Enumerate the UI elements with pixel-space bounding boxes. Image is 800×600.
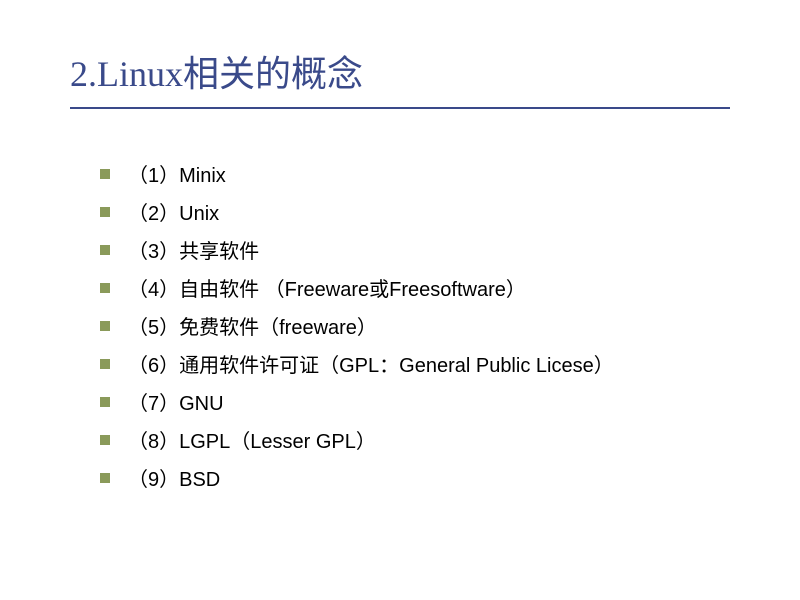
bullet-icon bbox=[100, 435, 110, 445]
bullet-icon bbox=[100, 359, 110, 369]
bullet-icon bbox=[100, 245, 110, 255]
bullet-text: （1）Minix bbox=[128, 159, 226, 188]
bullet-icon bbox=[100, 207, 110, 217]
bullet-text: （2）Unix bbox=[128, 197, 219, 226]
bullet-text: （3）共享软件 bbox=[128, 235, 259, 264]
title-area: 2.Linux相关的概念 bbox=[0, 0, 800, 97]
bullet-text: （6）通用软件许可证（GPL：General Public Licese） bbox=[128, 349, 614, 378]
slide-title: 2.Linux相关的概念 bbox=[70, 45, 800, 97]
bullet-text: （9）BSD bbox=[128, 463, 220, 492]
list-item: （1）Minix bbox=[100, 159, 800, 188]
bullet-text: （8）LGPL（Lesser GPL） bbox=[128, 425, 376, 454]
bullet-text: （7）GNU bbox=[128, 387, 224, 416]
list-item: （4）自由软件 （Freeware或Freesoftware） bbox=[100, 273, 800, 302]
slide-container: 2.Linux相关的概念 （1）Minix （2）Unix （3）共享软件 （4… bbox=[0, 0, 800, 600]
list-item: （6）通用软件许可证（GPL：General Public Licese） bbox=[100, 349, 800, 378]
bullet-list: （1）Minix （2）Unix （3）共享软件 （4）自由软件 （Freewa… bbox=[100, 159, 800, 492]
list-item: （2）Unix bbox=[100, 197, 800, 226]
bullet-icon bbox=[100, 321, 110, 331]
list-item: （3）共享软件 bbox=[100, 235, 800, 264]
list-item: （7）GNU bbox=[100, 387, 800, 416]
bullet-icon bbox=[100, 473, 110, 483]
list-item: （9）BSD bbox=[100, 463, 800, 492]
bullet-icon bbox=[100, 169, 110, 179]
list-item: （8）LGPL（Lesser GPL） bbox=[100, 425, 800, 454]
bullet-text: （5）免费软件（freeware） bbox=[128, 311, 377, 340]
bullet-icon bbox=[100, 397, 110, 407]
content-area: （1）Minix （2）Unix （3）共享软件 （4）自由软件 （Freewa… bbox=[0, 109, 800, 492]
bullet-icon bbox=[100, 283, 110, 293]
bullet-text: （4）自由软件 （Freeware或Freesoftware） bbox=[128, 273, 526, 302]
list-item: （5）免费软件（freeware） bbox=[100, 311, 800, 340]
